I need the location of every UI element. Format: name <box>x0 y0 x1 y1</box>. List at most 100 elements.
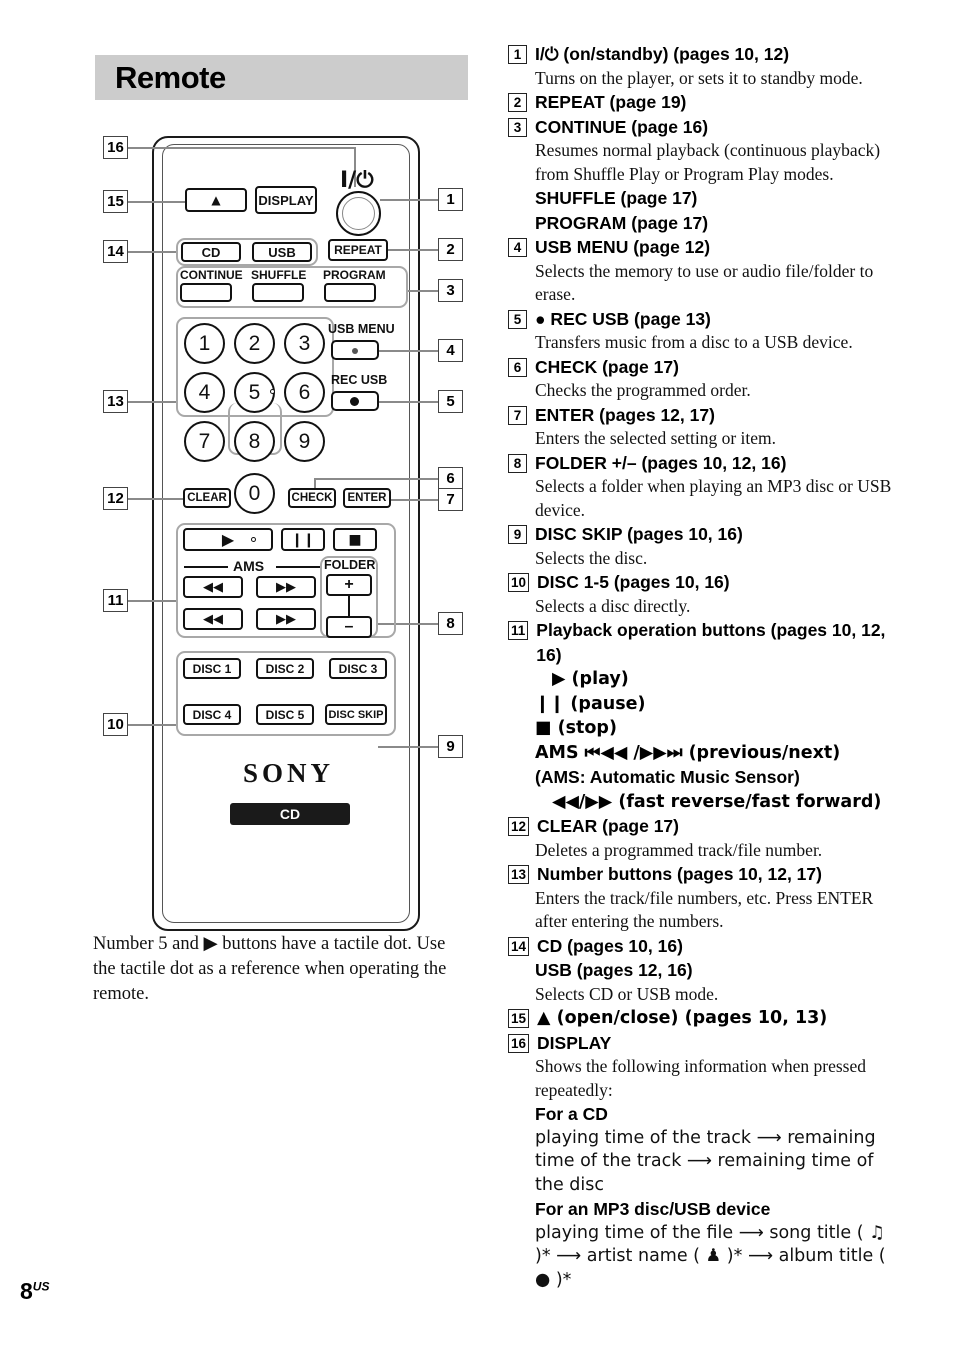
number-key-3[interactable]: 3 <box>284 323 325 364</box>
display-button[interactable]: DISPLAY <box>255 186 317 214</box>
pause-button[interactable]: ❙❙ <box>281 528 325 551</box>
legend-sub-16-mp3: For an MP3 disc/USB device <box>535 1199 771 1219</box>
check-button[interactable]: CHECK <box>288 488 336 508</box>
number-key-5[interactable]: 5 <box>234 372 275 413</box>
continue-button[interactable] <box>180 283 232 302</box>
callout-11: 11 <box>103 589 128 612</box>
legend-sub-11-play: ▶ (play) <box>552 669 629 689</box>
usb-button[interactable]: USB <box>252 242 312 262</box>
legend-head-13: Number buttons (pages 10, 12, 17) <box>537 864 822 884</box>
disc-skip-button[interactable]: DISC SKIP <box>325 704 387 725</box>
legend-entry-11: 11 Playback operation buttons (pages 10,… <box>508 618 900 814</box>
leader-4 <box>378 350 438 353</box>
legend-entry-3: 3 CONTINUE (page 16) Resumes normal play… <box>508 115 900 236</box>
shuffle-button[interactable] <box>252 283 304 302</box>
callout-10: 10 <box>103 713 128 736</box>
legend-sub-14-usb: USB (pages 12, 16) <box>535 960 693 980</box>
disc4-button[interactable]: DISC 4 <box>183 704 241 725</box>
number-key-2[interactable]: 2 <box>234 323 275 364</box>
cd-button[interactable]: CD <box>181 242 241 262</box>
leader-9 <box>378 746 438 749</box>
leader-3 <box>408 290 438 293</box>
leader-15 <box>128 201 193 204</box>
legend-num-12: 12 <box>508 817 530 836</box>
program-label: PROGRAM <box>323 268 386 282</box>
legend-head-6: CHECK (page 17) <box>535 356 679 377</box>
legend-body-1: Turns on the player, or sets it to stand… <box>535 67 863 88</box>
legend-body-9: Selects the disc. <box>535 547 648 568</box>
leader-16-top <box>166 147 356 150</box>
callout-6: 6 <box>438 467 463 490</box>
ams-rule-left <box>184 566 228 568</box>
legend-entry-7: 7 ENTER (pages 12, 17) Enters the select… <box>508 403 900 451</box>
mode-badge: CD <box>230 803 350 825</box>
legend-entry-8: 8 FOLDER +/– (pages 10, 12, 16) Selects … <box>508 451 900 523</box>
callout-5: 5 <box>438 390 463 413</box>
number-key-9[interactable]: 9 <box>284 421 325 462</box>
callout-14: 14 <box>103 240 128 263</box>
legend-body-13: Enters the track/file numbers, etc. Pres… <box>535 887 874 932</box>
legend-entry-6: 6 CHECK (page 17) Checks the programmed … <box>508 355 900 403</box>
number-key-7[interactable]: 7 <box>184 421 225 462</box>
legend-sub-3-program: PROGRAM (page 17) <box>535 212 709 233</box>
next-button[interactable]: ▶▶ <box>256 576 316 598</box>
page-number-value: 8 <box>20 1278 33 1304</box>
legend-head-3: CONTINUE (page 16) <box>535 116 709 137</box>
legend-head-11: Playback operation buttons (pages 10, 12… <box>536 620 886 665</box>
legend-head-2: REPEAT (page 19) <box>535 92 687 112</box>
callout-4: 4 <box>438 339 463 362</box>
manual-page: Remote 16 15 14 13 12 11 10 1 2 3 4 5 6 … <box>0 0 954 1352</box>
stop-button[interactable]: ■ <box>333 528 377 551</box>
fast-reverse-button[interactable]: ◀◀ <box>183 608 243 630</box>
disc3-button[interactable]: DISC 3 <box>329 658 387 679</box>
legend-head-15: ▲ (open/close) (pages 10, 13) <box>537 1008 828 1028</box>
disc2-button[interactable]: DISC 2 <box>256 658 314 679</box>
clear-button[interactable]: CLEAR <box>183 488 231 508</box>
legend-body-5: Transfers music from a disc to a USB dev… <box>535 332 853 352</box>
ams-rule-right <box>276 566 320 568</box>
disc5-button[interactable]: DISC 5 <box>256 704 314 725</box>
legend-head-8: FOLDER +/– (pages 10, 12, 16) <box>535 452 787 473</box>
rec-usb-label: REC USB <box>331 373 388 387</box>
legend-entry-15: 15 ▲ (open/close) (pages 10, 13) <box>508 1006 900 1031</box>
number-key-6[interactable]: 6 <box>284 372 325 413</box>
repeat-button[interactable]: REPEAT <box>328 239 388 261</box>
tactile-dot-key5 <box>270 389 275 394</box>
leader-14 <box>128 251 178 254</box>
legend-num-13: 13 <box>508 865 530 884</box>
legend-entry-9: 9 DISC SKIP (pages 10, 16) Selects the d… <box>508 522 900 570</box>
folder-plus-button[interactable]: + <box>326 574 372 596</box>
callout-13: 13 <box>103 390 128 413</box>
remote-diagram: 16 15 14 13 12 11 10 1 2 3 4 5 6 7 8 9 ▲… <box>88 118 478 931</box>
legend-head-12: CLEAR (page 17) <box>537 816 679 836</box>
legend-num-11: 11 <box>508 621 529 640</box>
legend-num-5: 5 <box>508 309 527 329</box>
legend-num-7: 7 <box>508 405 527 425</box>
callout-9: 9 <box>438 735 463 758</box>
legend-body-16-intro: Shows the following information when pre… <box>535 1056 866 1100</box>
legend-head-7: ENTER (pages 12, 17) <box>535 404 715 425</box>
previous-button[interactable]: ◀◀ <box>183 576 243 598</box>
legend-head-16: DISPLAY <box>537 1032 612 1053</box>
number-key-4[interactable]: 4 <box>184 372 225 413</box>
disc1-button[interactable]: DISC 1 <box>183 658 241 679</box>
callout-8: 8 <box>438 612 463 635</box>
legend-num-8: 8 <box>508 453 527 473</box>
number-key-1[interactable]: 1 <box>184 323 225 364</box>
enter-button[interactable]: ENTER <box>343 488 391 508</box>
eject-button[interactable]: ▲ <box>185 188 247 212</box>
program-button[interactable] <box>324 283 376 302</box>
leader-10 <box>128 724 178 727</box>
continue-label: CONTINUE <box>180 268 243 282</box>
number-key-8[interactable]: 8 <box>234 421 275 462</box>
folder-minus-button[interactable]: – <box>326 616 372 638</box>
play-button[interactable]: ▶ <box>183 528 273 551</box>
number-key-0[interactable]: 0 <box>234 473 275 514</box>
usb-menu-dot <box>352 348 358 354</box>
folder-connector <box>348 596 351 618</box>
legend-body-7: Enters the selected setting or item. <box>535 428 777 448</box>
legend-entry-1: 1 I/⏻ (on/standby) (pages 10, 12) Turns … <box>508 42 900 90</box>
fast-forward-button[interactable]: ▶▶ <box>256 608 316 630</box>
legend-sub-11-pause: ❙❙ (pause) <box>535 693 646 714</box>
sony-logo: SONY <box>242 758 334 788</box>
